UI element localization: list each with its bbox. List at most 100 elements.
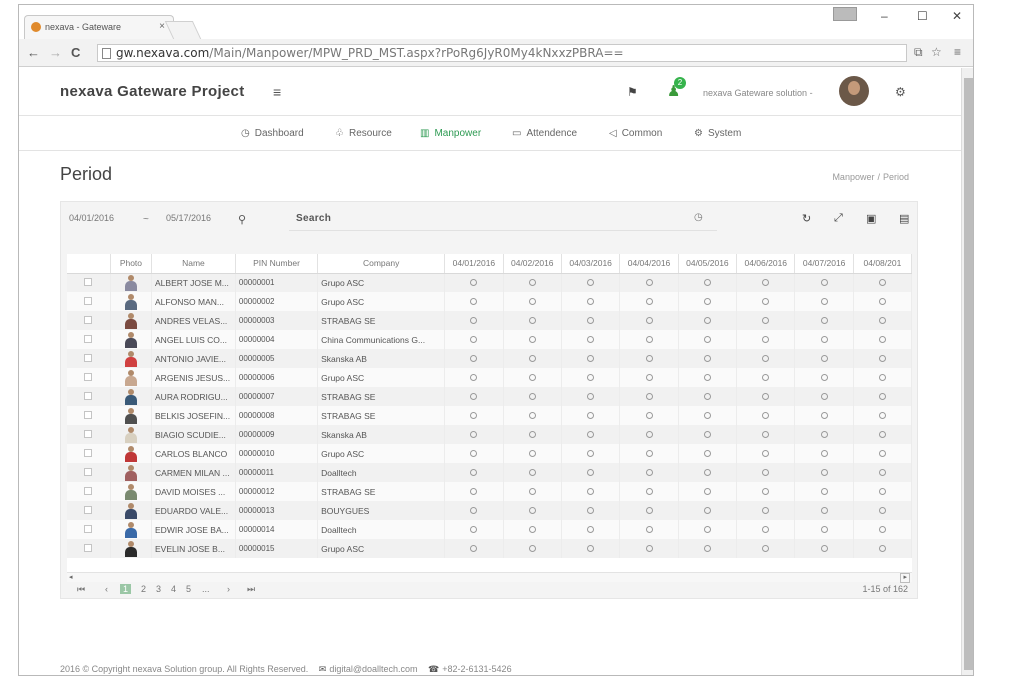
table-row[interactable]: ALBERT JOSE M... 00000001 Grupo ASC — [67, 273, 912, 292]
row-checkbox[interactable] — [84, 467, 93, 476]
table-row[interactable]: BELKIS JOSEFIN... 00000008 STRABAG SE — [67, 406, 912, 425]
attendance-cell[interactable] — [736, 520, 796, 539]
attendance-cell[interactable] — [853, 368, 912, 387]
brand-title[interactable]: nexava Gateware Project — [60, 83, 245, 100]
url-input[interactable]: gw.nexava.com/Main/Manpower/MPW_PRD_MST.… — [97, 44, 907, 62]
attendance-cell[interactable] — [503, 311, 562, 330]
attendance-cell[interactable] — [678, 539, 738, 558]
attendance-cell[interactable] — [736, 406, 796, 425]
table-row[interactable]: EVELIN JOSE B... 00000015 Grupo ASC — [67, 539, 912, 558]
menu-item-attendence[interactable]: ▭ Attendence — [512, 128, 577, 139]
row-checkbox[interactable] — [84, 486, 93, 495]
settings-icon[interactable]: ⚙ — [895, 85, 906, 99]
attendance-cell[interactable] — [503, 349, 562, 368]
row-checkbox[interactable] — [84, 543, 93, 552]
attendance-cell[interactable] — [853, 520, 912, 539]
scroll-right-icon[interactable]: ▸ — [900, 573, 910, 583]
person-photo[interactable] — [124, 293, 137, 310]
attendance-cell[interactable] — [503, 368, 562, 387]
attendance-cell[interactable] — [561, 520, 621, 539]
attendance-cell[interactable] — [444, 425, 504, 444]
horizontal-scrollbar[interactable]: ◂ ▸ — [67, 572, 912, 583]
attendance-cell[interactable] — [444, 292, 504, 311]
attendance-cell[interactable] — [794, 425, 854, 444]
search-icon[interactable]: ⚲ — [238, 213, 246, 226]
attendance-cell[interactable] — [736, 501, 796, 520]
table-row[interactable]: ANGEL LUIS CO... 00000004 China Communicat… — [67, 330, 912, 349]
person-photo[interactable] — [124, 350, 137, 367]
attendance-cell[interactable] — [678, 520, 738, 539]
attendance-cell[interactable] — [444, 463, 504, 482]
name-cell[interactable]: ANDRES VELAS... — [151, 311, 236, 330]
back-icon[interactable]: ← — [27, 45, 40, 60]
attendance-cell[interactable] — [561, 330, 621, 349]
page-3-button[interactable]: 3 — [156, 584, 161, 594]
company-cell[interactable]: China Communications G... — [317, 330, 446, 349]
name-cell[interactable]: EDUARDO VALE... — [151, 501, 236, 520]
attendance-cell[interactable] — [678, 387, 738, 406]
attendance-cell[interactable] — [736, 539, 796, 558]
attendance-cell[interactable] — [503, 292, 562, 311]
scrollbar-thumb[interactable] — [964, 78, 973, 670]
company-cell[interactable]: Grupo ASC — [317, 273, 446, 292]
attendance-cell[interactable] — [619, 539, 679, 558]
close-window-icon[interactable]: ✕ — [952, 9, 962, 23]
hamburger-menu-icon[interactable]: ≡ — [273, 84, 281, 100]
attendance-cell[interactable] — [444, 368, 504, 387]
attendance-cell[interactable] — [561, 406, 621, 425]
name-cell[interactable]: EDWIR JOSE BA... — [151, 520, 236, 539]
column-header[interactable]: PIN Number — [235, 254, 319, 274]
attendance-cell[interactable] — [619, 349, 679, 368]
person-photo[interactable] — [124, 274, 137, 291]
tab-close-icon[interactable]: × — [159, 21, 165, 32]
row-checkbox[interactable] — [84, 353, 93, 362]
pin-cell[interactable]: 00000014 — [235, 520, 319, 539]
row-checkbox[interactable] — [84, 296, 93, 305]
name-cell[interactable]: EVELIN JOSE B... — [151, 539, 236, 558]
attendance-cell[interactable] — [794, 501, 854, 520]
row-checkbox[interactable] — [84, 391, 93, 400]
company-cell[interactable]: Grupo ASC — [317, 539, 446, 558]
person-photo[interactable] — [124, 464, 137, 481]
attendance-cell[interactable] — [561, 387, 621, 406]
browser-tab[interactable]: nexava - Gateware × — [24, 15, 174, 39]
attendance-cell[interactable] — [444, 444, 504, 463]
attendance-cell[interactable] — [619, 368, 679, 387]
attendance-cell[interactable] — [736, 311, 796, 330]
company-cell[interactable]: Skanska AB — [317, 425, 446, 444]
scroll-left-icon[interactable]: ◂ — [69, 573, 73, 581]
refresh-icon[interactable]: ↻ — [802, 212, 811, 225]
name-cell[interactable]: BIAGIO SCUDIE... — [151, 425, 236, 444]
attendance-cell[interactable] — [794, 349, 854, 368]
menu-item-dashboard[interactable]: ◷ Dashboard — [241, 128, 304, 139]
name-cell[interactable]: ARGENIS JESUS... — [151, 368, 236, 387]
column-header[interactable]: 04/05/2016 — [678, 254, 738, 274]
attendance-cell[interactable] — [503, 520, 562, 539]
attendance-cell[interactable] — [736, 330, 796, 349]
pin-cell[interactable]: 00000001 — [235, 273, 319, 292]
date-to-input[interactable]: 05/17/2016 — [166, 213, 211, 223]
attendance-cell[interactable] — [853, 482, 912, 501]
vertical-scrollbar[interactable] — [961, 68, 973, 675]
attendance-cell[interactable] — [619, 501, 679, 520]
attendance-cell[interactable] — [853, 330, 912, 349]
row-checkbox[interactable] — [84, 448, 93, 457]
attendance-cell[interactable] — [853, 349, 912, 368]
attendance-cell[interactable] — [503, 501, 562, 520]
person-photo[interactable] — [124, 388, 137, 405]
name-cell[interactable]: CARLOS BLANCO — [151, 444, 236, 463]
clock-icon[interactable]: ◷ — [694, 212, 703, 223]
attendance-cell[interactable] — [561, 292, 621, 311]
prev-page-button[interactable]: ‹ — [105, 584, 108, 594]
attendance-cell[interactable] — [619, 482, 679, 501]
attendance-cell[interactable] — [678, 311, 738, 330]
page-2-button[interactable]: 2 — [141, 584, 146, 594]
menu-item-resource[interactable]: ♧ Resource — [335, 128, 392, 139]
attendance-cell[interactable] — [561, 368, 621, 387]
pin-cell[interactable]: 00000004 — [235, 330, 319, 349]
attendance-cell[interactable] — [853, 444, 912, 463]
attendance-cell[interactable] — [794, 311, 854, 330]
attendance-cell[interactable] — [794, 292, 854, 311]
date-from-input[interactable]: 04/01/2016 — [69, 213, 114, 223]
attendance-cell[interactable] — [503, 482, 562, 501]
